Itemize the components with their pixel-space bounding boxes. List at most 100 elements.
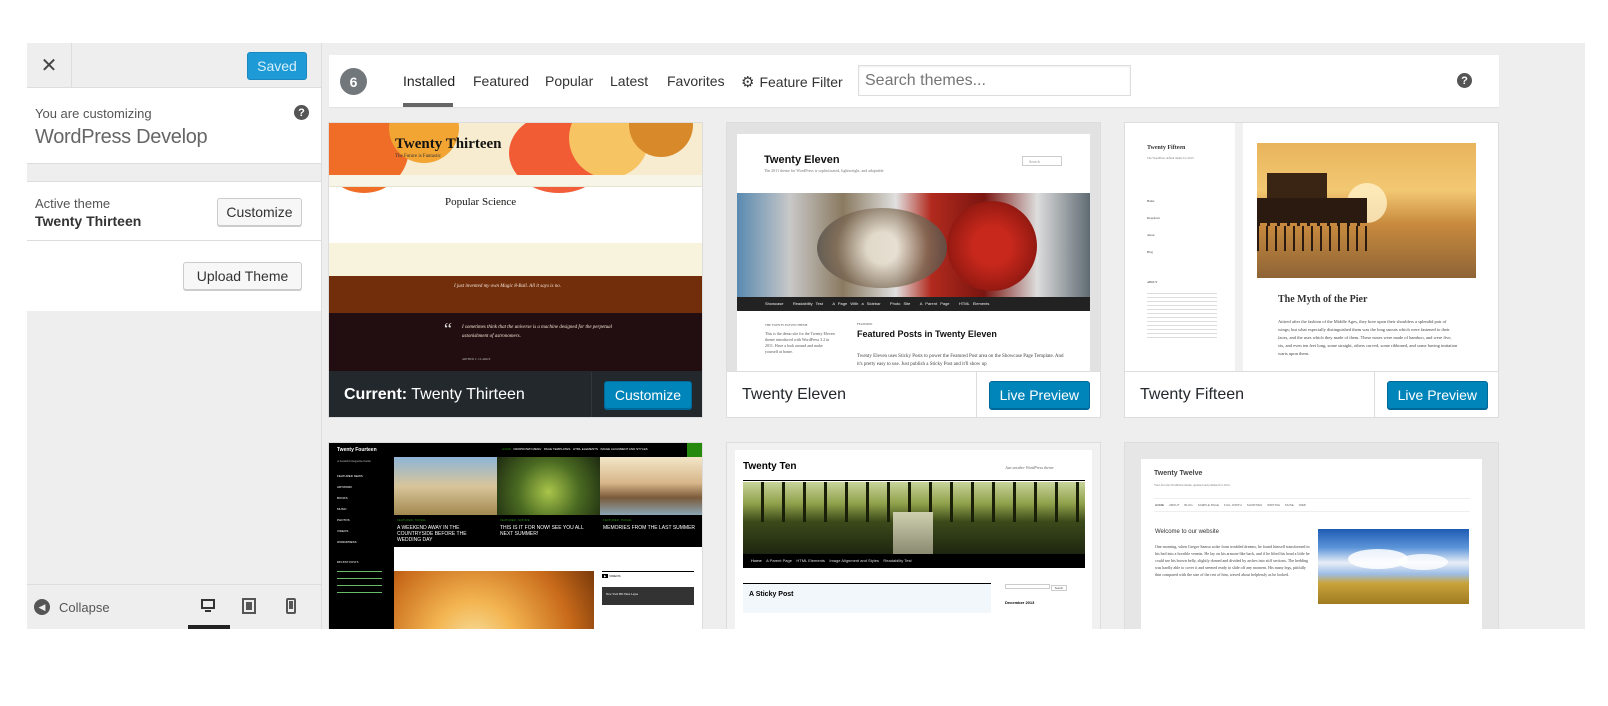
theme-screenshot: Twenty Thirteen The Future is Fantastic … — [329, 123, 702, 371]
theme-card-twenty-ten[interactable]: Twenty Ten Just another WordPress theme … — [726, 442, 1101, 629]
shot-post-title: Popular Science — [445, 196, 517, 208]
customize-button[interactable]: Customize — [603, 381, 692, 409]
shot-tagline: Your favorite WordPress theme, updated a… — [1154, 483, 1231, 487]
shot-menu-item: Showcase — [765, 301, 784, 306]
shot-featured-label: FEATURED — [857, 322, 873, 326]
active-device-indicator — [188, 625, 230, 629]
help-icon[interactable]: ? — [294, 105, 309, 120]
tablet-icon[interactable] — [241, 597, 257, 615]
shot-post-2: FEATURED, NATURE THIS IS IT FOR NOW! SEE… — [500, 518, 595, 537]
gear-icon: ⚙ — [741, 74, 755, 91]
shot-intro: This is the demo site for the Twenty Ele… — [765, 331, 835, 354]
theme-screenshot: Twenty Fourteen A beautiful magazine the… — [329, 443, 702, 629]
saved-button[interactable]: Saved — [247, 52, 307, 80]
customizer-sidebar: ✕ Saved You are customizing WordPress De… — [27, 43, 322, 629]
sidebar-footer: ◀ Collapse — [27, 584, 321, 629]
theme-name: Twenty Eleven — [742, 386, 847, 403]
customize-button[interactable]: Customize — [217, 198, 302, 226]
shot-menu-item: A Parent Page — [766, 558, 792, 563]
shot-section-label: THE TWENTY ELEVEN THEME — [765, 323, 808, 327]
shot-site-title: Twenty Fifteen — [1147, 145, 1186, 151]
active-theme-name: Twenty Thirteen — [35, 213, 142, 229]
shot-video-title: New York HD Time Lapse — [606, 592, 639, 596]
shot-menu-item: WRITING — [1267, 503, 1281, 507]
shot-body-text: One morning, when Gregor Samsa woke from… — [1155, 544, 1310, 577]
shot-top-menu: HOME DROPDOWN MENU PAGE TEMPLATES HTML E… — [502, 447, 648, 451]
shot-quote-2: I sometimes think that the universe is a… — [462, 325, 612, 339]
theme-card-footer: Twenty Fifteen Live Preview — [1125, 371, 1498, 417]
shot-menu-item: ABOUT — [1169, 503, 1180, 507]
collapse-button[interactable]: Collapse — [59, 600, 110, 615]
theme-name-label: Twenty Thirteen — [411, 386, 525, 403]
upload-section: Upload Theme — [27, 241, 321, 311]
shot-post-cat: FEATURED, NATURE — [500, 518, 530, 522]
tab-installed[interactable]: Installed — [403, 73, 455, 89]
shot-search-button: Search — [1050, 585, 1067, 591]
shot-post-title: THIS IS IT FOR NOW! SEE YOU ALL NEXT SUM… — [500, 525, 584, 537]
tab-popular[interactable]: Popular — [545, 73, 593, 89]
collapse-icon[interactable]: ◀ — [34, 599, 50, 615]
shot-videos-label: ▶ VIDEOS — [602, 574, 621, 578]
shot-menu-item: BLOG — [1184, 503, 1193, 507]
theme-card-twenty-fourteen[interactable]: Twenty Fourteen A beautiful magazine the… — [328, 442, 703, 629]
customizing-info: You are customizing WordPress Develop ? — [27, 88, 321, 164]
shot-archive: December 2013 — [1005, 600, 1035, 605]
close-icon[interactable]: ✕ — [27, 43, 72, 88]
shot-menu-item: MUSE — [1285, 503, 1294, 507]
shot-menu-item: Blog — [1147, 250, 1153, 254]
shot-tagline: The 2011 theme for WordPress is sophisti… — [764, 168, 884, 173]
shot-post-title: A Sticky Post — [749, 591, 794, 598]
upload-theme-button[interactable]: Upload Theme — [183, 262, 302, 290]
theme-browser: 6 Installed Featured Popular Latest Favo… — [323, 43, 1524, 629]
live-preview-button[interactable]: Live Preview — [1386, 381, 1488, 409]
shot-menu-item: Dropdown — [1147, 216, 1160, 220]
shot-tagline: The Future is Fantastic — [395, 154, 441, 159]
shot-post-title: MEMORIES FROM THE LAST SUMMER — [603, 525, 696, 531]
theme-screenshot: Twenty Twelve Your favorite WordPress th… — [1125, 443, 1498, 629]
tab-latest[interactable]: Latest — [610, 73, 648, 89]
theme-screenshot: Twenty Eleven The 2011 theme for WordPre… — [727, 123, 1100, 371]
shot-site-title: Twenty Fourteen — [337, 447, 377, 453]
shot-recent-label: RECENT POSTS — [337, 560, 359, 564]
shot-menu-item: A Page With a Sidebar — [832, 301, 881, 306]
shot-post-title: A WEEKEND AWAY IN THE COUNTRYSIDE BEFORE… — [397, 525, 467, 543]
shot-menu-item: PAGE TEMPLATES — [543, 447, 571, 451]
help-icon[interactable]: ? — [1457, 73, 1472, 88]
shot-quote: I just invented my own Magic 8-Ball. All… — [454, 284, 561, 289]
theme-card-twenty-fifteen[interactable]: Twenty Fifteen The WordPress default the… — [1124, 122, 1499, 418]
theme-name: Twenty Fifteen — [1140, 386, 1245, 403]
theme-card-footer: Current: Twenty Thirteen Customize — [329, 371, 702, 417]
shot-post-3: FEATURED, TRAVEL MEMORIES FROM THE LAST … — [603, 518, 698, 531]
shot-menu-item: Photo Site — [889, 301, 911, 306]
shot-featured-text: Twenty Eleven uses Sticky Posts to power… — [857, 354, 1064, 367]
mobile-icon[interactable] — [283, 597, 299, 615]
tab-featured[interactable]: Featured — [473, 73, 529, 89]
tab-favorites[interactable]: Favorites — [667, 73, 725, 89]
sidebar-header: ✕ Saved — [27, 43, 321, 88]
shot-site-title: Twenty Twelve — [1154, 470, 1203, 477]
theme-card-footer: Twenty Eleven Live Preview — [727, 371, 1100, 417]
customizing-label: You are customizing — [35, 106, 152, 121]
live-preview-button[interactable]: Live Preview — [988, 381, 1090, 409]
shot-search: Search — [1005, 584, 1067, 591]
tab-feature-filter[interactable]: ⚙ Feature Filter — [741, 73, 843, 91]
theme-card-twenty-thirteen[interactable]: Twenty Thirteen The Future is Fantastic … — [328, 122, 703, 418]
shot-menu-item: A Parent Page — [919, 301, 950, 306]
shot-menu-item: HOME — [1155, 503, 1164, 507]
search-input[interactable] — [858, 65, 1131, 96]
shot-post-1: FEATURED, TRAVEL A WEEKEND AWAY IN THE C… — [397, 518, 492, 543]
theme-card-twenty-eleven[interactable]: Twenty Eleven The 2011 theme for WordPre… — [726, 122, 1101, 418]
desktop-icon[interactable] — [200, 597, 216, 615]
shot-menu-item: WORDPRESS — [337, 540, 357, 544]
shot-menu: Showcase Readability Test A Page With a … — [765, 301, 989, 306]
shot-videos-text: VIDEOS — [609, 574, 621, 578]
shot-menu-item: IMAGE ALIGNMENT AND STYLES — [600, 447, 648, 451]
shot-menu-item: SAMPLE PAGE — [1197, 503, 1219, 507]
theme-card-twenty-twelve[interactable]: Twenty Twelve Your favorite WordPress th… — [1124, 442, 1499, 629]
shot-menu-item: MUSIC — [337, 507, 347, 511]
shot-tagline: Just another WordPress theme — [1005, 465, 1054, 470]
active-theme-label: Active theme — [35, 196, 111, 211]
shot-post-cat: FEATURED, TRAVEL — [397, 518, 427, 522]
shot-post-title: The Myth of the Pier — [1278, 294, 1368, 305]
shot-menu: HOME ABOUT BLOG SAMPLE PAGE FULL WIDTH S… — [1155, 503, 1306, 507]
